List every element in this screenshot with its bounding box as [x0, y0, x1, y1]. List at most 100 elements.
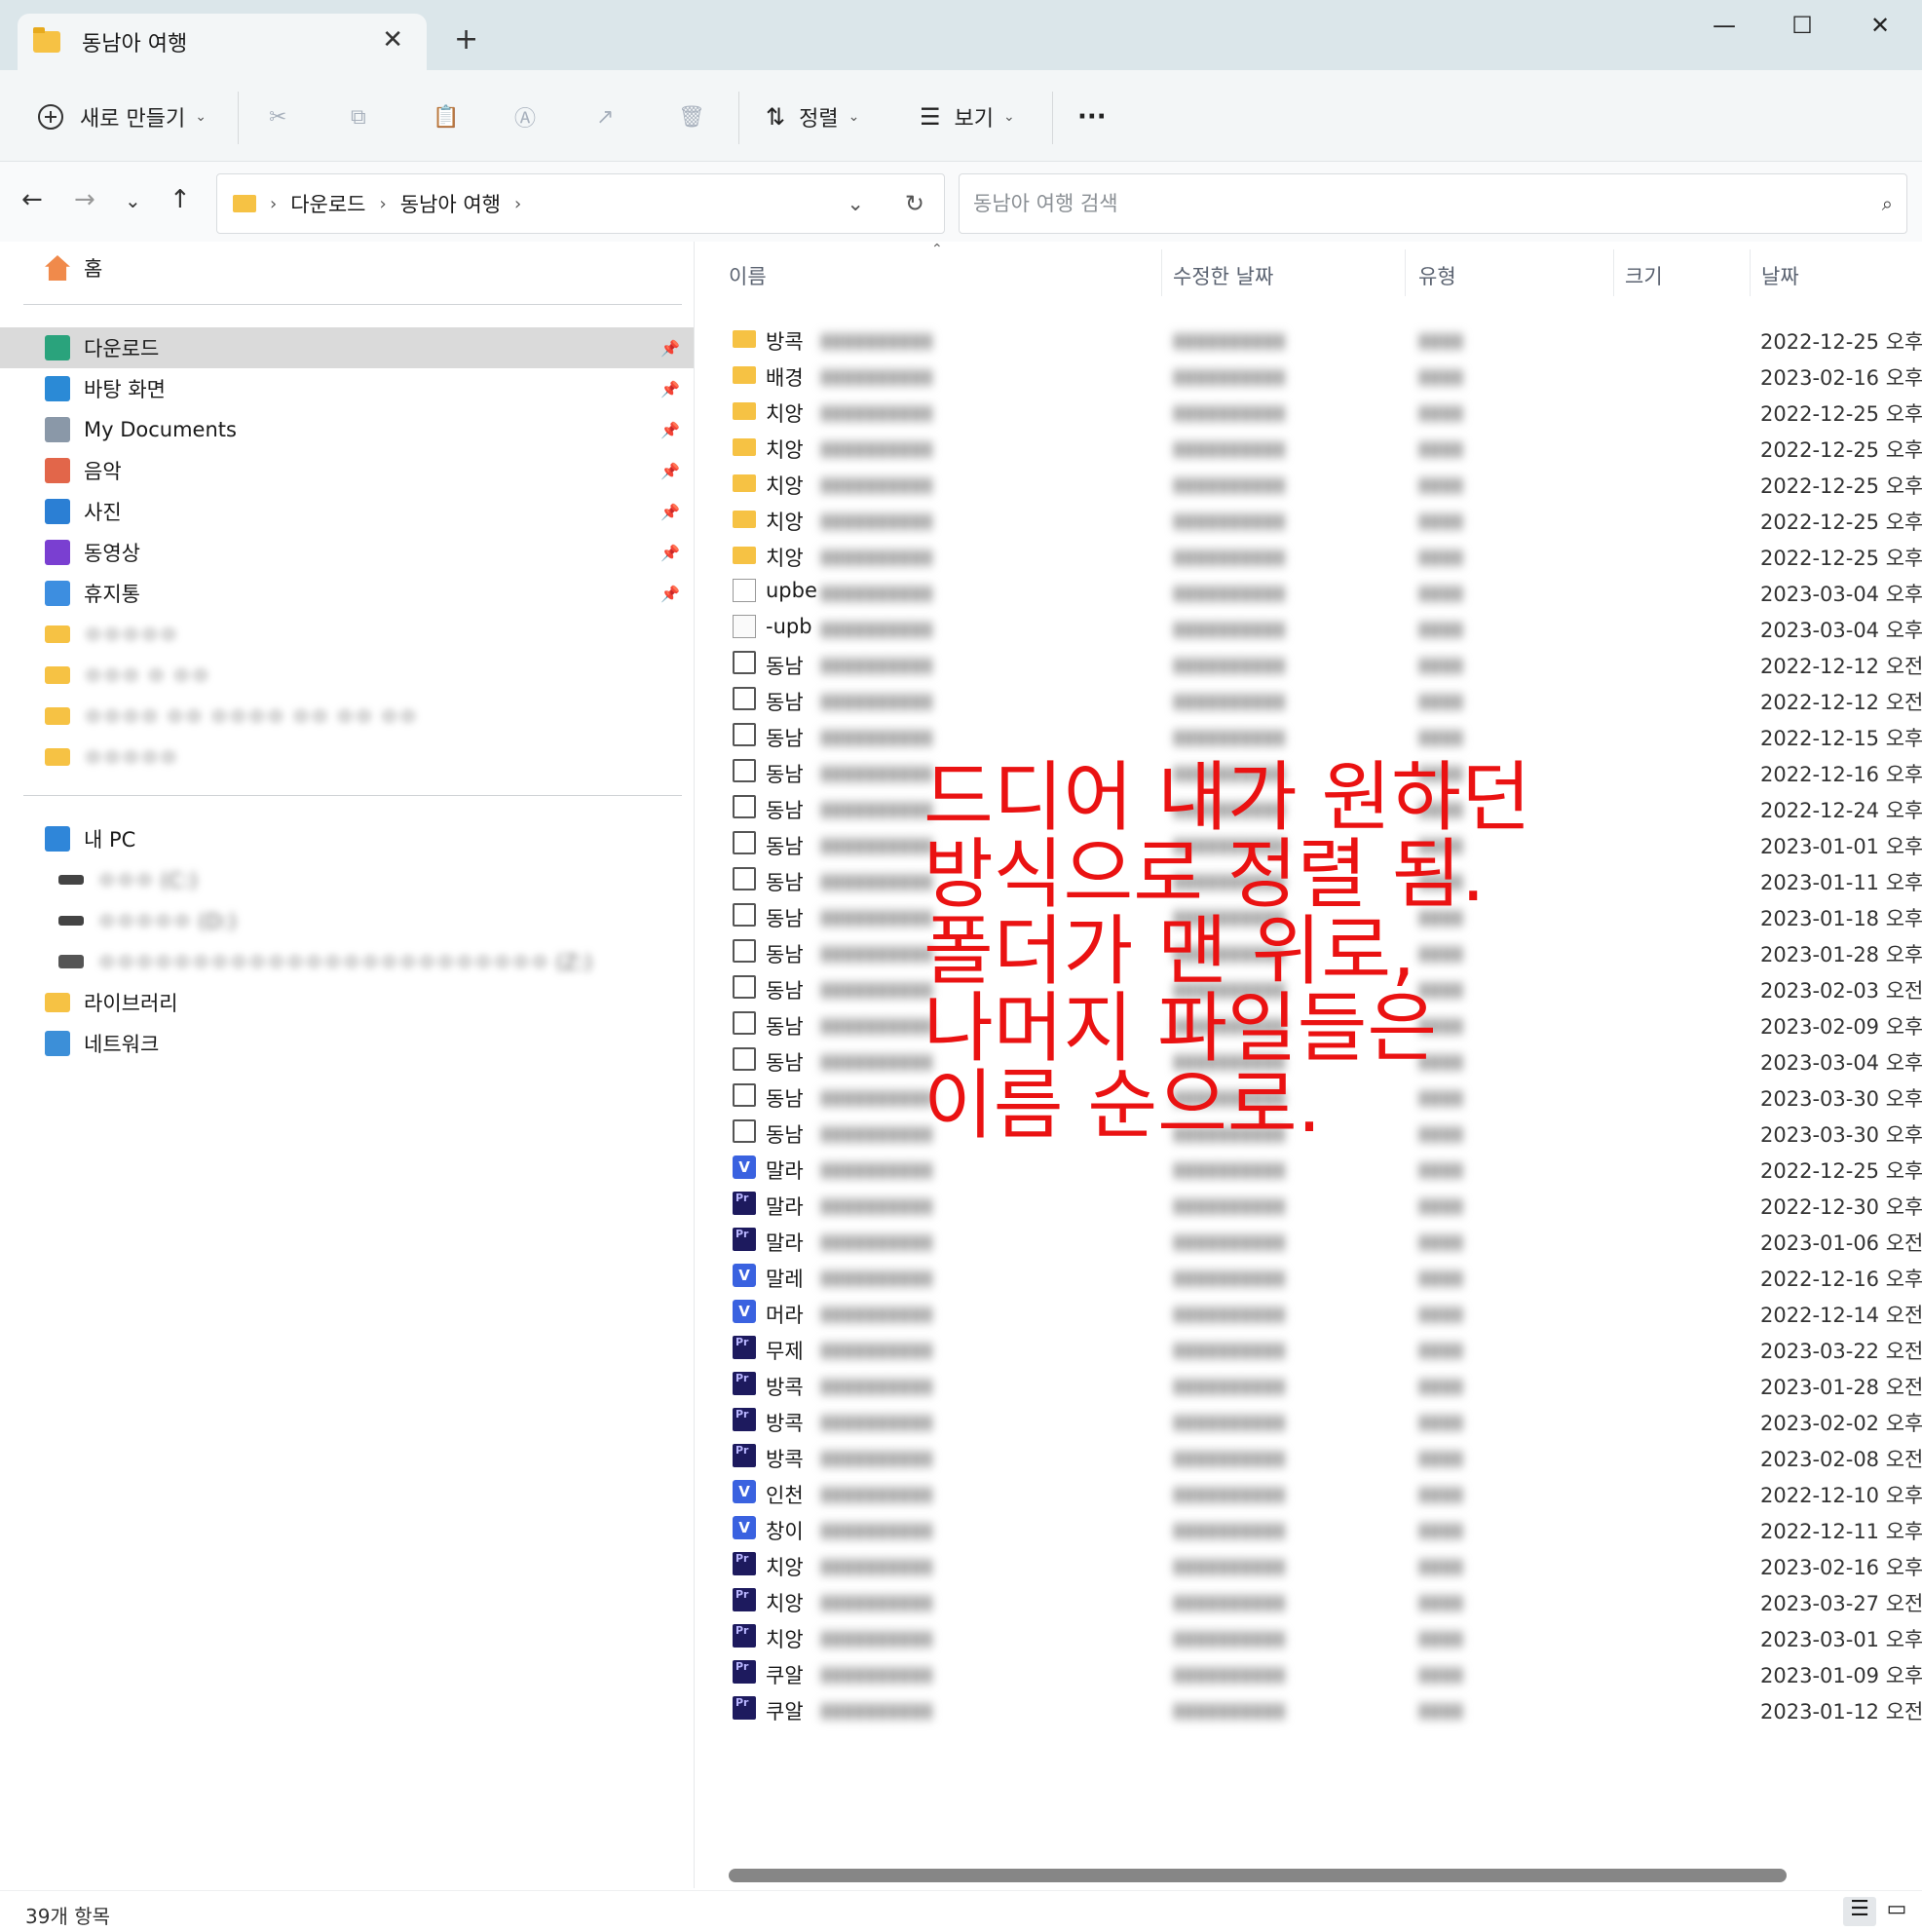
refresh-icon[interactable]: ↻	[905, 190, 924, 217]
file-date: 2023-02-03 오전	[1760, 979, 1922, 1003]
breadcrumb-downloads[interactable]: 다운로드	[290, 189, 365, 218]
up-arrow-icon[interactable]: ↑	[170, 185, 191, 214]
pin-icon[interactable]: 📌	[660, 421, 680, 439]
address-bar[interactable]: › 다운로드 › 동남아 여행 › ⌄ ↻	[216, 173, 945, 234]
breadcrumb-current[interactable]: 동남아 여행	[400, 189, 501, 218]
file-row[interactable]: Pr 말라 ▮▮▮▮▮▮▮▮▮▮ ▮▮▮▮▮▮▮▮▮▮ ▮▮▮▮ 2023-01-06 오…	[696, 1221, 1922, 1257]
sidebar-item-pictures[interactable]: 사진 📌	[0, 491, 694, 532]
file-row[interactable]: Pr 말라 ▮▮▮▮▮▮▮▮▮▮ ▮▮▮▮▮▮▮▮▮▮ ▮▮▮▮ 2022-12-30 오…	[696, 1185, 1922, 1221]
pin-icon[interactable]: 📌	[660, 462, 680, 480]
pin-icon[interactable]: 📌	[660, 380, 680, 398]
file-row[interactable]: Pr 치앙 ▮▮▮▮▮▮▮▮▮▮ ▮▮▮▮▮▮▮▮▮▮ ▮▮▮▮ 2023-03-01 오…	[696, 1617, 1922, 1653]
minimize-button[interactable]: —	[1695, 12, 1753, 47]
sidebar-item-music[interactable]: 음악 📌	[0, 450, 694, 491]
sidebar-item-drive[interactable]: ㅇㅇㅇㅇㅇ (D:)	[0, 900, 694, 941]
sidebar-item-download[interactable]: 다운로드 📌	[0, 327, 694, 368]
column-divider[interactable]	[1613, 249, 1614, 296]
premiere-file-icon: Pr	[733, 1552, 756, 1575]
file-row[interactable]: Pr 치앙 ▮▮▮▮▮▮▮▮▮▮ ▮▮▮▮▮▮▮▮▮▮ ▮▮▮▮ 2023-03-27 오…	[696, 1581, 1922, 1617]
horizontal-scrollbar[interactable]	[729, 1869, 1787, 1882]
address-dropdown-icon[interactable]: ⌄	[847, 192, 864, 215]
file-row[interactable]: 방콕 ▮▮▮▮▮▮▮▮▮▮ ▮▮▮▮▮▮▮▮▮▮ ▮▮▮▮ 2022-12-25 오후	[696, 320, 1922, 356]
recent-chevron-icon[interactable]: ⌄	[125, 189, 141, 212]
cut-icon[interactable]: ✂	[269, 97, 286, 136]
type-redacted: ▮▮▮▮	[1418, 509, 1464, 532]
copy-icon[interactable]: ⧉	[351, 97, 366, 136]
column-header-type[interactable]: 유형	[1418, 261, 1456, 290]
column-divider[interactable]	[1161, 249, 1162, 296]
annotation-line: 드디어 내가 원하던	[923, 754, 1531, 842]
pin-icon[interactable]: 📌	[660, 544, 680, 562]
file-row[interactable]: 치앙 ▮▮▮▮▮▮▮▮▮▮ ▮▮▮▮▮▮▮▮▮▮ ▮▮▮▮ 2022-12-25 오후	[696, 500, 1922, 536]
close-window-button[interactable]: ✕	[1851, 12, 1909, 47]
column-header-modified[interactable]: 수정한 날짜	[1173, 261, 1273, 290]
file-row[interactable]: upbe ▮▮▮▮▮▮▮▮▮▮ ▮▮▮▮▮▮▮▮▮▮ ▮▮▮▮ 2023-03-04 오…	[696, 572, 1922, 608]
pin-icon[interactable]: 📌	[660, 585, 680, 603]
column-header-size[interactable]: 크기	[1625, 261, 1663, 290]
file-row[interactable]: Pr 쿠알 ▮▮▮▮▮▮▮▮▮▮ ▮▮▮▮▮▮▮▮▮▮ ▮▮▮▮ 2023-01-12 오…	[696, 1689, 1922, 1725]
search-icon[interactable]: ⌕	[1882, 192, 1893, 215]
column-header-name[interactable]: 이름	[729, 261, 767, 290]
type-redacted: ▮▮▮▮	[1418, 1662, 1464, 1686]
search-box[interactable]: ⌕	[959, 173, 1907, 234]
file-row[interactable]: 동남 ▮▮▮▮▮▮▮▮▮▮ ▮▮▮▮▮▮▮▮▮▮ ▮▮▮▮ 2022-12-12 오전	[696, 680, 1922, 716]
file-row[interactable]: 배경 ▮▮▮▮▮▮▮▮▮▮ ▮▮▮▮▮▮▮▮▮▮ ▮▮▮▮ 2023-02-16 오후	[696, 356, 1922, 392]
file-row[interactable]: V 말레 ▮▮▮▮▮▮▮▮▮▮ ▮▮▮▮▮▮▮▮▮▮ ▮▮▮▮ 2022-12-16 오후	[696, 1257, 1922, 1293]
sidebar-item-home[interactable]: 홈	[0, 247, 694, 288]
file-row[interactable]: 동남 ▮▮▮▮▮▮▮▮▮▮ ▮▮▮▮▮▮▮▮▮▮ ▮▮▮▮ 2022-12-15 오후	[696, 716, 1922, 752]
pane-splitter[interactable]	[694, 242, 695, 1888]
file-row[interactable]: 동남 ▮▮▮▮▮▮▮▮▮▮ ▮▮▮▮▮▮▮▮▮▮ ▮▮▮▮ 2022-12-12 오전	[696, 644, 1922, 680]
details-view-icon[interactable]: ☰	[1843, 1897, 1876, 1926]
tiles-view-icon[interactable]: ▭	[1880, 1897, 1913, 1926]
file-row[interactable]: V 머라 ▮▮▮▮▮▮▮▮▮▮ ▮▮▮▮▮▮▮▮▮▮ ▮▮▮▮ 2022-12-14 오전	[696, 1293, 1922, 1329]
more-options-button[interactable]: ···	[1077, 97, 1107, 136]
view-button[interactable]: ☰ 보기 ⌄	[920, 97, 1015, 136]
sidebar-item-folder[interactable]: ㅇㅇㅇㅇㅇ	[0, 737, 694, 777]
share-icon[interactable]: ↗	[596, 97, 614, 136]
sidebar-item-folder[interactable]: ㅇㅇㅇㅇ ㅇㅇ ㅇㅇㅇㅇ ㅇㅇ ㅇㅇ ㅇㅇ	[0, 696, 694, 737]
pin-icon[interactable]: 📌	[660, 503, 680, 521]
file-row[interactable]: V 창이 ▮▮▮▮▮▮▮▮▮▮ ▮▮▮▮▮▮▮▮▮▮ ▮▮▮▮ 2022-12-11 오후	[696, 1509, 1922, 1545]
sidebar-item-this-pc[interactable]: 내 PC	[0, 818, 694, 859]
file-row[interactable]: 치앙 ▮▮▮▮▮▮▮▮▮▮ ▮▮▮▮▮▮▮▮▮▮ ▮▮▮▮ 2022-12-25 오후	[696, 464, 1922, 500]
sidebar-item-drive[interactable]: ㅇㅇㅇ (C:)	[0, 859, 694, 900]
file-row[interactable]: Pr 치앙 ▮▮▮▮▮▮▮▮▮▮ ▮▮▮▮▮▮▮▮▮▮ ▮▮▮▮ 2023-02-16 오…	[696, 1545, 1922, 1581]
sort-button[interactable]: ⇅ 정렬 ⌄	[766, 97, 859, 136]
back-arrow-icon[interactable]: ←	[21, 185, 43, 214]
sidebar-item-network-drive[interactable]: ㅇㅇㅇㅇㅇㅇㅇㅇㅇㅇㅇㅇㅇㅇㅇㅇㅇㅇㅇㅇㅇㅇㅇㅇ (Z:)	[0, 941, 694, 982]
file-row[interactable]: 치앙 ▮▮▮▮▮▮▮▮▮▮ ▮▮▮▮▮▮▮▮▮▮ ▮▮▮▮ 2022-12-25 오후	[696, 428, 1922, 464]
sidebar-item-recycle-bin[interactable]: 휴지통 📌	[0, 573, 694, 614]
rename-icon[interactable]: Ⓐ	[514, 97, 536, 136]
sidebar-item-libraries[interactable]: 라이브러리	[0, 982, 694, 1023]
forward-arrow-icon[interactable]: →	[74, 185, 95, 214]
file-row[interactable]: Pr 쿠알 ▮▮▮▮▮▮▮▮▮▮ ▮▮▮▮▮▮▮▮▮▮ ▮▮▮▮ 2023-01-09 오…	[696, 1653, 1922, 1689]
paste-icon[interactable]: 📋	[433, 97, 459, 136]
sidebar-item-network[interactable]: 네트워크	[0, 1023, 694, 1064]
search-input[interactable]	[973, 192, 1830, 215]
file-row[interactable]: V 인천 ▮▮▮▮▮▮▮▮▮▮ ▮▮▮▮▮▮▮▮▮▮ ▮▮▮▮ 2022-12-10 오후	[696, 1473, 1922, 1509]
sidebar-item-documents[interactable]: My Documents 📌	[0, 409, 694, 450]
close-tab-button[interactable]: ✕	[382, 25, 403, 55]
tab-current[interactable]: 동남아 여행 ✕	[18, 14, 427, 70]
file-row[interactable]: 치앙 ▮▮▮▮▮▮▮▮▮▮ ▮▮▮▮▮▮▮▮▮▮ ▮▮▮▮ 2022-12-25 오후	[696, 536, 1922, 572]
file-row[interactable]: Pr 방콕 ▮▮▮▮▮▮▮▮▮▮ ▮▮▮▮▮▮▮▮▮▮ ▮▮▮▮ 2023-02-02 오…	[696, 1401, 1922, 1437]
file-row[interactable]: Pr 방콕 ▮▮▮▮▮▮▮▮▮▮ ▮▮▮▮▮▮▮▮▮▮ ▮▮▮▮ 2023-02-08 오…	[696, 1437, 1922, 1473]
new-tab-button[interactable]: +	[454, 25, 478, 55]
file-row[interactable]: 치앙 ▮▮▮▮▮▮▮▮▮▮ ▮▮▮▮▮▮▮▮▮▮ ▮▮▮▮ 2022-12-25 오후	[696, 392, 1922, 428]
new-button[interactable]: 새로 만들기 ⌄	[35, 97, 207, 136]
pin-icon[interactable]: 📌	[660, 339, 680, 358]
column-divider[interactable]	[1750, 249, 1751, 296]
file-row[interactable]: V 말라 ▮▮▮▮▮▮▮▮▮▮ ▮▮▮▮▮▮▮▮▮▮ ▮▮▮▮ 2022-12-25 오후	[696, 1149, 1922, 1185]
column-divider[interactable]	[1405, 249, 1406, 296]
file-row[interactable]: Pr 무제 ▮▮▮▮▮▮▮▮▮▮ ▮▮▮▮▮▮▮▮▮▮ ▮▮▮▮ 2023-03-22 오…	[696, 1329, 1922, 1365]
file-row[interactable]: Pr 방콕 ▮▮▮▮▮▮▮▮▮▮ ▮▮▮▮▮▮▮▮▮▮ ▮▮▮▮ 2023-01-28 오…	[696, 1365, 1922, 1401]
sidebar-item-videos[interactable]: 동영상 📌	[0, 532, 694, 573]
delete-icon[interactable]: 🗑	[678, 97, 705, 136]
file-row[interactable]: -upb ▮▮▮▮▮▮▮▮▮▮ ▮▮▮▮▮▮▮▮▮▮ ▮▮▮▮ 2023-03-04 오…	[696, 608, 1922, 644]
column-header-date[interactable]: 날짜	[1761, 261, 1799, 290]
title-bar: 동남아 여행 ✕ + — ☐ ✕	[0, 0, 1922, 70]
sidebar-item-folder[interactable]: ㅇㅇㅇ ㅇ ㅇㅇ	[0, 655, 694, 696]
sidebar-item-folder[interactable]: ㅇㅇㅇㅇㅇ	[0, 614, 694, 655]
maximize-button[interactable]: ☐	[1773, 12, 1831, 47]
sidebar-item-desktop[interactable]: 바탕 화면 📌	[0, 368, 694, 409]
